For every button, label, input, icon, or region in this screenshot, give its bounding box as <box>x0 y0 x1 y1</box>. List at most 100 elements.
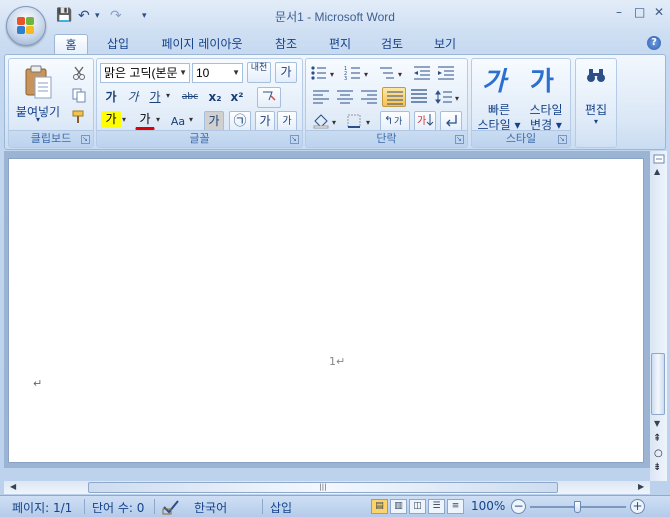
select-browse-object-icon[interactable]: ○ <box>654 448 663 459</box>
vertical-scrollbar[interactable]: ▲ ▼ ⇞ ○ ⇟ <box>650 151 667 481</box>
paste-dropdown-icon[interactable]: ▾ <box>13 115 63 124</box>
shading-icon[interactable]: ▾ <box>312 113 342 129</box>
numbering-icon[interactable]: 123 ▾ <box>344 65 374 81</box>
character-shading-button[interactable]: 가 <box>204 111 224 132</box>
page-count[interactable]: 페이지: 1/1 <box>12 499 72 516</box>
word-count[interactable]: 단어 수: 0 <box>92 499 144 516</box>
previous-page-icon[interactable]: ⇞ <box>653 433 661 444</box>
borders-icon[interactable]: ▾ <box>346 113 376 129</box>
minimize-button[interactable]: – <box>616 5 622 19</box>
align-left-icon[interactable] <box>312 90 330 104</box>
font-color-button[interactable]: 가 <box>135 111 155 130</box>
align-center-icon[interactable] <box>336 90 354 104</box>
editing-dropdown-icon[interactable]: ▾ <box>576 117 616 126</box>
help-icon[interactable]: ? <box>647 36 661 50</box>
svg-text:▾: ▾ <box>330 70 334 79</box>
full-screen-reading-view-icon[interactable]: ▥ <box>390 499 407 514</box>
language-indicator[interactable]: 한국어 <box>194 499 227 516</box>
next-page-icon[interactable]: ⇟ <box>653 462 661 473</box>
print-layout-view-icon[interactable]: ▤ <box>371 499 388 514</box>
increase-indent-icon[interactable] <box>436 65 456 81</box>
undo-icon[interactable]: ↶ <box>78 8 90 24</box>
distributed-icon[interactable] <box>410 89 428 105</box>
scroll-up-icon[interactable]: ▲ <box>654 167 660 176</box>
scroll-down-icon[interactable]: ▼ <box>654 419 660 428</box>
tab-home[interactable]: 홈 <box>54 34 88 54</box>
format-painter-icon[interactable] <box>71 109 87 125</box>
draft-view-icon[interactable]: ≡ <box>447 499 464 514</box>
tab-view[interactable]: 보기 <box>427 34 463 54</box>
show-marks-button[interactable] <box>440 111 462 132</box>
change-case-button[interactable]: Aa <box>167 111 189 132</box>
office-button[interactable] <box>6 6 46 46</box>
bold-button[interactable]: 가 <box>101 87 121 108</box>
subscript-button[interactable]: x₂ <box>205 87 225 108</box>
grow-font-size-button[interactable]: 가 <box>255 111 275 132</box>
outline-view-icon[interactable]: ☰ <box>428 499 445 514</box>
italic-button[interactable]: 가 <box>123 87 143 108</box>
redo-icon[interactable]: ↷ <box>110 8 122 24</box>
zoom-out-icon[interactable]: − <box>511 499 526 514</box>
quick-styles-icon[interactable]: 가 <box>482 61 506 98</box>
superscript-button[interactable]: x² <box>227 87 247 108</box>
styles-dialog-launcher-icon[interactable]: ↘ <box>558 135 567 144</box>
strikethrough-button[interactable]: abc <box>177 87 203 108</box>
clear-format-button[interactable]: 가 <box>275 62 297 83</box>
copy-icon[interactable] <box>71 87 87 103</box>
clipboard-dialog-launcher-icon[interactable]: ↘ <box>81 135 90 144</box>
undo-dropdown-icon[interactable]: ▾ <box>95 11 100 21</box>
insert-mode[interactable]: 삽입 <box>270 499 292 516</box>
font-size-select[interactable]: 10 ▼ <box>192 63 243 83</box>
web-layout-view-icon[interactable]: ◫ <box>409 499 426 514</box>
document-page[interactable]: 1↵ ↵ <box>8 158 644 463</box>
font-dialog-launcher-icon[interactable]: ↘ <box>290 135 299 144</box>
scroll-left-icon[interactable]: ◀ <box>10 482 16 491</box>
font-color-dropdown-icon[interactable]: ▾ <box>156 115 160 124</box>
save-icon[interactable]: 💾 <box>56 8 72 23</box>
align-right-icon[interactable] <box>360 90 378 104</box>
status-bar: 페이지: 1/1 단어 수: 0 한국어 삽입 ▤ ▥ ◫ ☰ ≡ 100% −… <box>0 495 670 517</box>
horizontal-scroll-thumb[interactable]: ||| <box>88 482 558 493</box>
group-editing[interactable]: 편집 ▾ <box>575 58 617 148</box>
tab-references[interactable]: 참조 <box>268 34 304 54</box>
change-styles-icon[interactable]: 가 <box>530 61 554 98</box>
paragraph-mark-icon[interactable]: ↵ <box>33 377 42 390</box>
cut-icon[interactable] <box>71 65 87 81</box>
ruler-toggle-icon[interactable] <box>653 153 665 165</box>
line-spacing-icon[interactable]: ▾ <box>434 89 464 105</box>
tab-review[interactable]: 검토 <box>374 34 410 54</box>
maximize-button[interactable]: □ <box>634 5 645 19</box>
close-button[interactable]: ✕ <box>654 5 664 19</box>
proofing-icon[interactable] <box>162 499 180 515</box>
paragraph-dialog-launcher-icon[interactable]: ↘ <box>455 135 464 144</box>
zoom-slider-thumb[interactable] <box>574 501 581 513</box>
tab-mailings[interactable]: 편지 <box>322 34 358 54</box>
sort-button[interactable]: 가 <box>414 111 436 132</box>
vertical-scroll-thumb[interactable] <box>651 353 665 415</box>
zoom-level[interactable]: 100% <box>471 499 505 513</box>
scroll-right-icon[interactable]: ▶ <box>638 482 644 491</box>
shrink-font-size-button[interactable]: 가 <box>277 111 297 132</box>
bullets-icon[interactable]: ▾ <box>310 65 340 81</box>
highlight-dropdown-icon[interactable]: ▾ <box>122 115 126 124</box>
horizontal-scrollbar[interactable]: ◀ ||| ▶ <box>4 481 650 494</box>
justify-icon <box>387 91 403 105</box>
phonetic-guide-button[interactable] <box>257 87 281 108</box>
font-family-select[interactable]: 맑은 고딕(본문 ▼ <box>100 63 190 83</box>
zoom-in-icon[interactable]: + <box>630 499 645 514</box>
paste-icon[interactable] <box>23 65 53 101</box>
asian-layout-button[interactable]: ↰ 가 <box>380 111 410 132</box>
customize-qat-icon[interactable]: ▾ <box>142 11 147 21</box>
tab-insert[interactable]: 삽입 <box>100 34 136 54</box>
justify-button[interactable] <box>382 87 406 107</box>
underline-button[interactable]: 가 <box>145 87 165 108</box>
tab-page-layout[interactable]: 페이지 레이아웃 <box>152 34 252 54</box>
highlight-button[interactable]: 가 <box>101 111 121 128</box>
enclose-characters-button[interactable]: ㉠ <box>229 111 251 132</box>
underline-dropdown-icon[interactable]: ▾ <box>166 91 170 100</box>
multilevel-list-icon[interactable]: ▾ <box>378 65 408 81</box>
editing-label[interactable]: 편집 <box>576 101 616 118</box>
decrease-indent-icon[interactable] <box>412 65 432 81</box>
grow-font-button[interactable]: 내천 <box>247 62 271 83</box>
change-case-dropdown-icon[interactable]: ▾ <box>189 115 193 124</box>
